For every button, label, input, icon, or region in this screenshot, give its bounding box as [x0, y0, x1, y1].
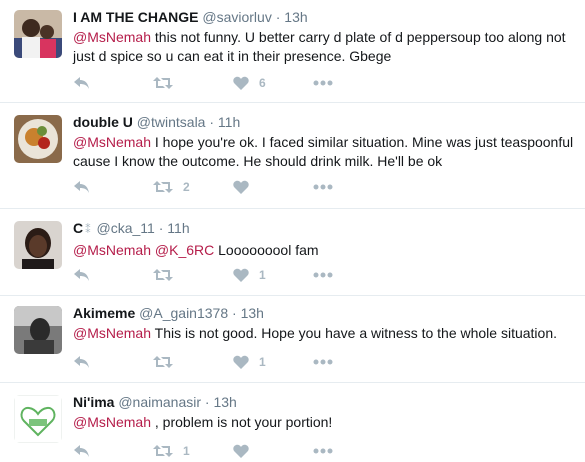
reply-icon: [74, 356, 89, 368]
mention-link[interactable]: @MsNemah: [73, 325, 151, 341]
more-icon: [313, 184, 333, 190]
mention-link[interactable]: @MsNemah: [73, 414, 151, 430]
more-icon: [313, 272, 333, 278]
more-button[interactable]: [313, 177, 333, 197]
tweet-text: @MsNemah @K_6RC Looooooool fam: [73, 241, 575, 260]
retweet-icon: [153, 356, 173, 368]
separator: ·: [158, 220, 164, 236]
display-name[interactable]: I AM THE CHANGE: [73, 9, 198, 25]
like-icon: [233, 268, 249, 282]
tweet-actions: 1: [73, 441, 553, 461]
avatar[interactable]: [14, 10, 62, 58]
display-name[interactable]: C: [73, 220, 83, 236]
tweet-text: @MsNemah , problem is not your portion!: [73, 413, 575, 432]
tweet-feed: I AM THE CHANGE @saviorluv · 13h @MsNema…: [0, 0, 585, 462]
tweet-text: @MsNemah This is not good. Hope you have…: [73, 324, 575, 343]
reply-icon: [74, 269, 89, 281]
tweet-item: Akimeme @A_gain1378 · 13h @MsNemah This …: [0, 296, 585, 383]
user-handle[interactable]: @twintsala: [137, 114, 206, 130]
emoji-icon: ⁑: [85, 224, 91, 236]
retweet-button[interactable]: [153, 265, 183, 285]
more-button[interactable]: [313, 73, 333, 93]
like-icon: [233, 355, 249, 369]
tweet-actions: 1: [73, 265, 553, 285]
tweet-actions: 6: [73, 73, 553, 93]
display-name[interactable]: double U: [73, 114, 133, 130]
timestamp[interactable]: 13h: [213, 394, 236, 410]
tweet-item: I AM THE CHANGE @saviorluv · 13h @MsNema…: [0, 0, 585, 103]
more-button[interactable]: [313, 441, 333, 461]
mention-link-2[interactable]: @K_6RC: [155, 242, 214, 258]
separator: ·: [232, 305, 237, 321]
separator: ·: [204, 394, 210, 410]
user-handle[interactable]: @cka_11: [97, 220, 155, 236]
retweet-button[interactable]: 1: [153, 441, 190, 461]
user-handle[interactable]: @saviorluv: [202, 9, 271, 25]
retweet-count: 2: [183, 180, 190, 194]
reply-button[interactable]: [73, 441, 90, 461]
tweet-item: double U @twintsala · 11h @MsNemah I hop…: [0, 103, 585, 209]
avatar[interactable]: [14, 221, 62, 269]
retweet-icon: [153, 181, 173, 193]
tweet-body: Looooooool fam: [214, 242, 319, 258]
reply-button[interactable]: [73, 73, 90, 93]
reply-button[interactable]: [73, 177, 90, 197]
reply-icon: [74, 181, 89, 193]
tweet-item: C ⁑ @cka_11 · 11h @MsNemah @K_6RC Loooooo…: [0, 209, 585, 296]
like-button[interactable]: [233, 177, 259, 197]
like-icon: [233, 76, 249, 90]
retweet-button[interactable]: [153, 352, 183, 372]
mention-link[interactable]: @MsNemah: [73, 242, 151, 258]
reply-button[interactable]: [73, 265, 90, 285]
mention-link[interactable]: @MsNemah: [73, 29, 151, 45]
mention-link[interactable]: @MsNemah: [73, 134, 151, 150]
avatar[interactable]: [14, 115, 62, 163]
tweet-actions: 1: [73, 352, 553, 372]
user-handle[interactable]: @A_gain1378: [139, 305, 228, 321]
timestamp[interactable]: 11h: [218, 114, 240, 130]
avatar[interactable]: [14, 395, 62, 443]
tweet-actions: 2: [73, 177, 553, 197]
more-icon: [313, 448, 333, 454]
like-icon: [233, 180, 249, 194]
separator: ·: [209, 114, 215, 130]
retweet-button[interactable]: [153, 73, 183, 93]
timestamp[interactable]: 11h: [167, 220, 189, 236]
display-name[interactable]: Akimeme: [73, 305, 135, 321]
like-button[interactable]: 1: [233, 265, 266, 285]
like-button[interactable]: 1: [233, 352, 266, 372]
like-button[interactable]: 6: [233, 73, 266, 93]
separator: ·: [275, 9, 281, 25]
more-button[interactable]: [313, 265, 333, 285]
reply-icon: [74, 445, 89, 457]
like-button[interactable]: [233, 441, 259, 461]
timestamp[interactable]: 13h: [241, 305, 264, 321]
reply-icon: [74, 77, 89, 89]
tweet-body: This is not good. Hope you have a witnes…: [151, 325, 558, 341]
like-count: 6: [259, 76, 266, 90]
retweet-icon: [153, 445, 173, 457]
like-count: 1: [259, 355, 266, 369]
like-count: 1: [259, 268, 266, 282]
retweet-icon: [153, 77, 173, 89]
display-name[interactable]: Ni'ima: [73, 394, 114, 410]
more-icon: [313, 80, 333, 86]
timestamp[interactable]: 13h: [284, 9, 307, 25]
more-icon: [313, 359, 333, 365]
tweet-text: @MsNemah I hope you're ok. I faced simil…: [73, 133, 575, 171]
tweet-text: @MsNemah this not funny. U better carry …: [73, 28, 575, 66]
avatar[interactable]: [14, 306, 62, 354]
reply-button[interactable]: [73, 352, 90, 372]
tweet-body: , problem is not your portion!: [151, 414, 333, 430]
retweet-icon: [153, 269, 173, 281]
user-handle[interactable]: @naimanasir: [118, 394, 201, 410]
retweet-count: 1: [183, 444, 190, 458]
tweet-item: Ni'ima @naimanasir · 13h @MsNemah , prob…: [0, 383, 585, 462]
more-button[interactable]: [313, 352, 333, 372]
like-icon: [233, 444, 249, 458]
retweet-button[interactable]: 2: [153, 177, 190, 197]
